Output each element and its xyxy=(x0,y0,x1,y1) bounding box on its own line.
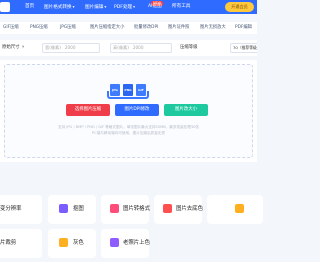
size-mode-select[interactable]: 原始尺寸 xyxy=(2,40,20,56)
cutout-icon xyxy=(59,204,68,213)
feature-icon xyxy=(235,204,244,213)
feature-label: 图片转格式 xyxy=(123,206,150,212)
tool-tab[interactable]: 图片无损放大 xyxy=(200,22,226,34)
tool-tab[interactable]: 批量修改DPI xyxy=(134,22,158,34)
logo[interactable] xyxy=(0,2,10,12)
upload-tray-icon xyxy=(107,91,149,99)
nav-item-ai-cutout[interactable]: AI抠图 xyxy=(148,0,162,14)
upload-hint: 支持 JPG / BMP / PNG / GIF 等格式图片，单张图片最大支持5… xyxy=(57,125,200,129)
tool-tab[interactable]: PNG压缩 xyxy=(30,22,48,34)
tool-tab[interactable]: JPG压缩 xyxy=(60,22,76,34)
nav-item-pdf[interactable]: PDF处理 xyxy=(114,0,135,14)
feature-label: 抠图 xyxy=(73,206,84,212)
tool-tab[interactable]: 图片压缩指定大小 xyxy=(90,22,124,34)
feature-label: 变分辨率 xyxy=(0,206,22,212)
feature-card[interactable] xyxy=(48,229,96,258)
nav-item-home[interactable]: 首页 xyxy=(25,0,34,14)
feature-card[interactable] xyxy=(48,195,96,224)
height-value: 2000 xyxy=(132,45,144,50)
nav-item-all-tools[interactable]: 所有工具 xyxy=(172,0,190,14)
dpi-edit-button[interactable]: 图片DPI修改 xyxy=(115,104,159,116)
feature-label: 老照片上色 xyxy=(123,240,150,246)
tool-tab[interactable]: GIF压缩 xyxy=(3,22,19,34)
vip-button[interactable]: 开通会员 xyxy=(225,2,254,12)
nav-item-format-convert[interactable]: 图片格式转换 xyxy=(44,0,74,14)
tool-tab[interactable]: 图片证件照 xyxy=(168,22,189,34)
select-image-compress-button[interactable]: 选择图片压缩 xyxy=(66,104,110,116)
upload-hint-2: PC端与移动端均可使用，图片压缩后质量无损 xyxy=(92,131,165,135)
tool-tab[interactable]: PDF编辑 xyxy=(235,22,252,34)
remove-background-icon xyxy=(163,204,172,213)
resize-image-button[interactable]: 图片改大小 xyxy=(164,104,208,116)
quality-label: 压缩等级 xyxy=(180,45,198,50)
height-field[interactable]: 高(像素) 2000 xyxy=(110,43,172,53)
feature-label: 图片去底色 xyxy=(176,206,203,212)
nav-item-image-edit[interactable]: 图片编辑 xyxy=(85,0,106,14)
quality-select[interactable]: 70（推荐等级） xyxy=(230,43,257,53)
colorize-photo-icon xyxy=(110,238,119,247)
width-field-label: 宽(像素) xyxy=(45,45,61,50)
chevron-down-icon: ▾ xyxy=(22,45,25,50)
feature-label: 灰色 xyxy=(73,240,84,246)
grayscale-icon xyxy=(59,238,68,247)
width-field[interactable]: 宽(像素) 2000 xyxy=(42,43,100,53)
width-value: 2000 xyxy=(64,45,76,50)
format-convert-icon xyxy=(110,204,119,213)
feature-label: 片裁剪 xyxy=(0,240,17,246)
height-field-label: 高(像素) xyxy=(113,45,129,50)
